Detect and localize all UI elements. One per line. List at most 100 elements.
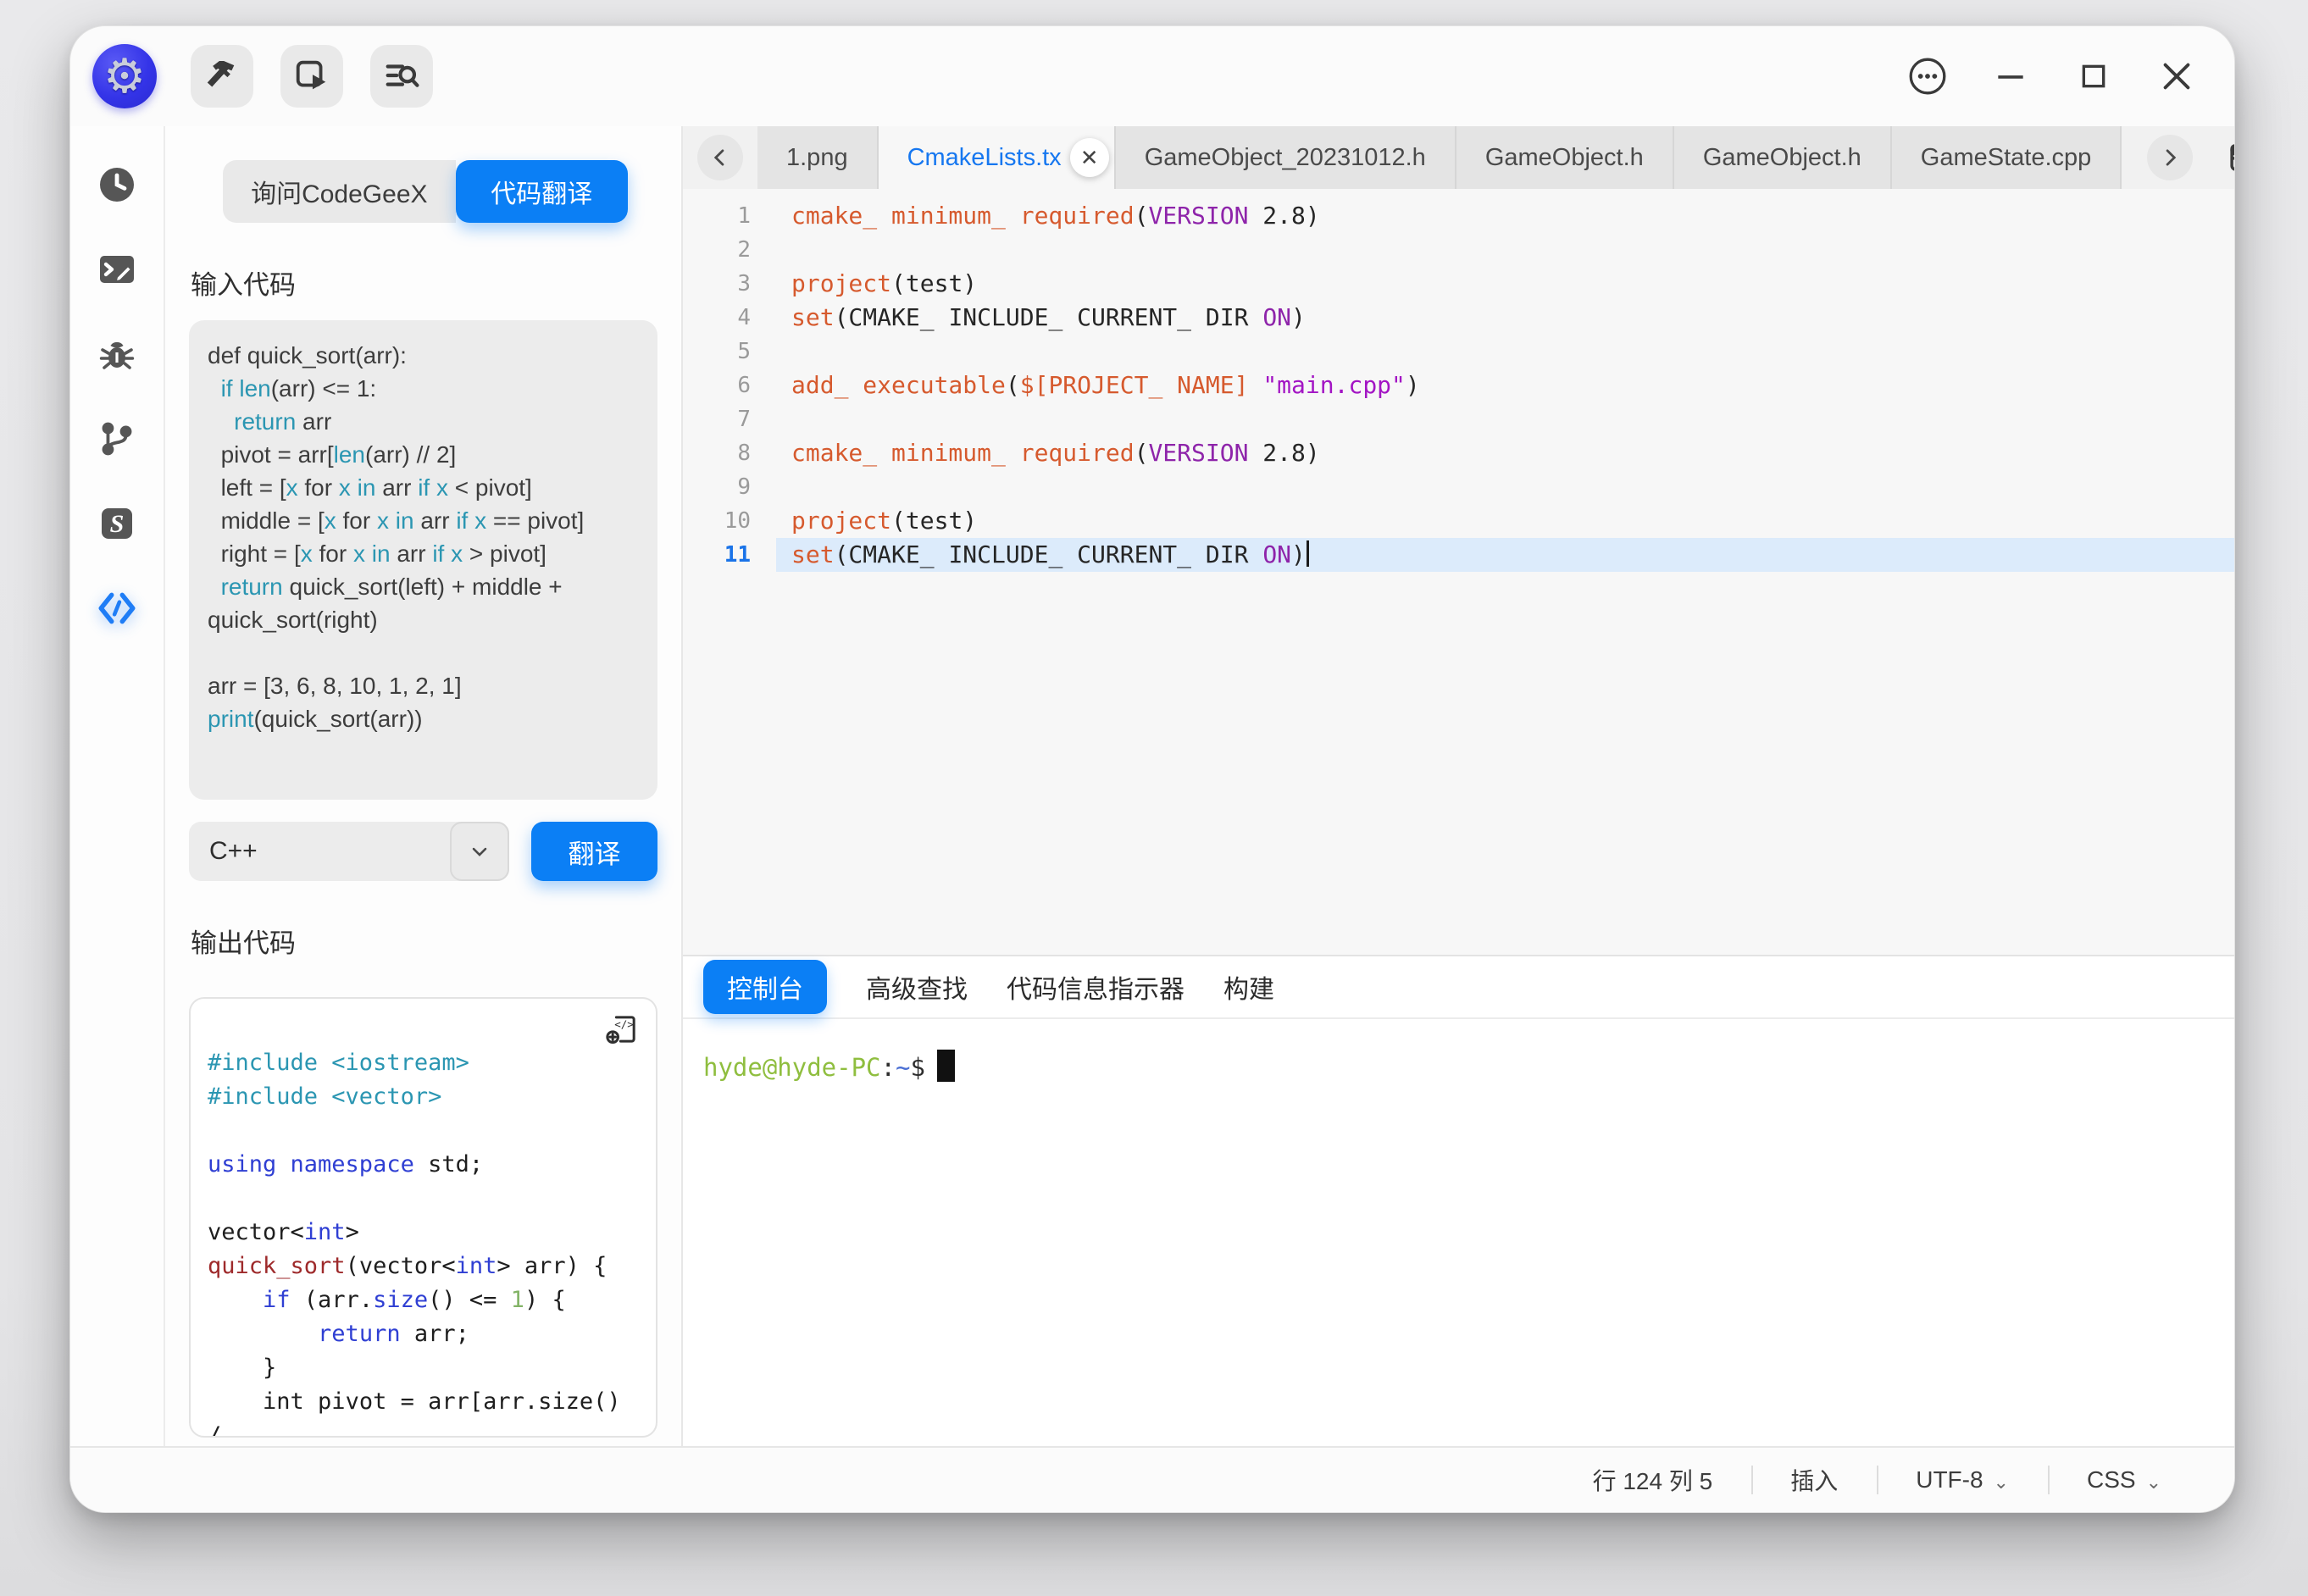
run-button[interactable] <box>280 45 343 108</box>
insert-code-icon[interactable]: </> <box>605 1012 639 1056</box>
code-token: return <box>221 574 283 600</box>
input-code-line: def quick_sort(arr): <box>208 339 639 372</box>
terminal-edit-icon[interactable] <box>96 248 138 291</box>
status-item[interactable]: 行 124 列 5 <box>1554 1463 1752 1497</box>
code-token: std; <box>414 1151 483 1178</box>
tabs-scroll-right-button[interactable] <box>2147 135 2193 180</box>
input-code-area[interactable]: def quick_sort(arr): if len(arr) <= 1: r… <box>189 320 657 800</box>
codegeex-icon[interactable] <box>96 587 138 629</box>
code-token: (test) <box>891 507 977 535</box>
status-item-label: 行 124 列 5 <box>1593 1463 1713 1497</box>
code-line[interactable]: 8cmake_ minimum_ required(VERSION 2.8) <box>683 436 2234 470</box>
editor-tab-label: 1.png <box>786 144 848 172</box>
code-token: x <box>451 540 463 567</box>
input-code-line: print(quick_sort(arr)) <box>208 702 639 735</box>
input-code-label: 输入代码 <box>191 263 657 302</box>
code-line[interactable]: 3project(test) <box>683 267 2234 301</box>
code-token: for <box>313 540 353 567</box>
code-token: ) <box>1291 303 1306 331</box>
split-horizontal-button[interactable] <box>2227 140 2235 175</box>
history-icon[interactable] <box>96 163 138 206</box>
tab-code-translate[interactable]: 代码翻译 <box>456 160 628 223</box>
output-code-area: </> #include <iostream>#include <vector>… <box>189 997 657 1438</box>
codegeex-panel: 询问CodeGeeX 代码翻译 输入代码 def quick_sort(arr)… <box>165 126 683 1446</box>
code-token: : <box>881 1053 896 1082</box>
bottom-panel: 控制台 高级查找 代码信息指示器构建 hyde@hyde-PC:~$ <box>683 955 2234 1446</box>
tabs-scroll-left-button[interactable] <box>697 135 743 180</box>
code-token <box>365 540 372 567</box>
output-code-line: #include <iostream> <box>208 1046 639 1080</box>
code-line[interactable]: 10project(test) <box>683 504 2234 538</box>
snippets-icon[interactable]: S <box>96 502 138 545</box>
code-line[interactable]: 5 <box>683 335 2234 369</box>
maximize-button[interactable] <box>2070 53 2117 100</box>
code-token: ~ <box>896 1053 910 1082</box>
minimize-button[interactable] <box>1987 53 2034 100</box>
tab-close-icon[interactable]: ✕ <box>1070 138 1109 177</box>
code-token: ) <box>1406 371 1420 399</box>
line-number: 9 <box>683 470 776 504</box>
git-branch-icon[interactable] <box>96 418 138 460</box>
code-line-text <box>776 402 2234 436</box>
code-line[interactable]: 6add_ executable($[PROJECT_ NAME] "main.… <box>683 369 2234 402</box>
editor-tab[interactable]: GameState.cpp <box>1892 126 2122 189</box>
code-line[interactable]: 11set(CMAKE_ INCLUDE_ CURRENT_ DIR ON) <box>683 538 2234 572</box>
bottom-tab[interactable]: 高级查找 <box>866 968 968 1006</box>
code-token: int pivot = arr[arr.size() / <box>208 1388 635 1438</box>
tab-ask-codegeex[interactable]: 询问CodeGeeX <box>223 160 456 223</box>
code-token: > <box>346 1219 359 1245</box>
code-token: set <box>791 540 835 568</box>
editor-tab[interactable]: GameObject.h <box>1456 126 1674 189</box>
code-line-text <box>776 470 2234 504</box>
code-line-text: set(CMAKE_ INCLUDE_ CURRENT_ DIR ON) <box>776 538 2234 572</box>
code-token: == pivot] <box>486 507 584 534</box>
status-item[interactable]: UTF-8⌄ <box>1877 1463 2048 1497</box>
output-code-line: } <box>208 1351 639 1385</box>
input-code-line: left = [x for x in arr if x < pivot] <box>208 471 639 504</box>
code-line[interactable]: 9 <box>683 470 2234 504</box>
input-code-line: right = [x for x in arr if x > pivot] <box>208 537 639 570</box>
code-token: middle = [ <box>208 507 325 534</box>
editor-tab[interactable]: 1.png <box>757 126 879 189</box>
status-item[interactable]: 插入 <box>1751 1463 1877 1497</box>
code-token: set <box>791 303 835 331</box>
code-token: if <box>432 540 444 567</box>
close-button[interactable] <box>2153 53 2200 100</box>
code-line[interactable]: 1cmake_ minimum_ required(VERSION 2.8) <box>683 199 2234 233</box>
editor-tabbar: 1.png CmakeLists.tx✕ GameObject_20231012.h… <box>683 126 2234 189</box>
bottom-tab[interactable]: 控制台 <box>703 960 827 1014</box>
chevron-down-icon[interactable] <box>450 822 509 881</box>
code-token: (arr. <box>291 1287 374 1313</box>
editor-tab[interactable]: CmakeLists.tx✕ <box>879 126 1116 189</box>
code-line[interactable]: 4set(CMAKE_ INCLUDE_ CURRENT_ DIR ON) <box>683 301 2234 335</box>
code-line-text: cmake_ minimum_ required(VERSION 2.8) <box>776 199 2234 233</box>
code-token: VERSION <box>1148 439 1248 467</box>
terminal[interactable]: hyde@hyde-PC:~$ <box>683 1019 2234 1082</box>
code-line[interactable]: 2 <box>683 233 2234 267</box>
translate-button[interactable]: 翻译 <box>531 822 657 881</box>
bottom-tab[interactable]: 构建 <box>1223 968 1274 1006</box>
code-token: (quick_sort(arr)) <box>253 706 422 732</box>
editor-tab-label: GameState.cpp <box>1921 144 2092 172</box>
editor-code-area[interactable]: 1cmake_ minimum_ required(VERSION 2.8)2 … <box>683 189 2234 955</box>
terminal-cursor <box>937 1050 955 1082</box>
code-token: ON <box>1262 303 1291 331</box>
debug-icon[interactable] <box>96 333 138 375</box>
code-token: ON <box>1262 540 1291 568</box>
bottom-tab[interactable]: 代码信息指示器 <box>1007 968 1185 1006</box>
code-token: x <box>301 540 313 567</box>
build-hammer-button[interactable] <box>191 45 253 108</box>
editor-tab[interactable]: GameObject.h <box>1674 126 1892 189</box>
editor-tab-label: GameObject_20231012.h <box>1145 144 1426 172</box>
code-line[interactable]: 7 <box>683 402 2234 436</box>
code-token: hyde@hyde-PC <box>703 1053 881 1082</box>
chevron-left-icon <box>708 146 732 169</box>
more-options-button[interactable] <box>1904 53 1951 100</box>
app-logo-icon: ⚙ <box>92 44 157 108</box>
status-item[interactable]: CSS⌄ <box>2048 1463 2200 1497</box>
target-language-select[interactable]: C++ <box>189 822 509 881</box>
search-in-files-button[interactable] <box>370 45 433 108</box>
code-token: arr <box>391 540 433 567</box>
maximize-icon <box>2077 59 2111 93</box>
editor-tab[interactable]: GameObject_20231012.h <box>1116 126 1456 189</box>
